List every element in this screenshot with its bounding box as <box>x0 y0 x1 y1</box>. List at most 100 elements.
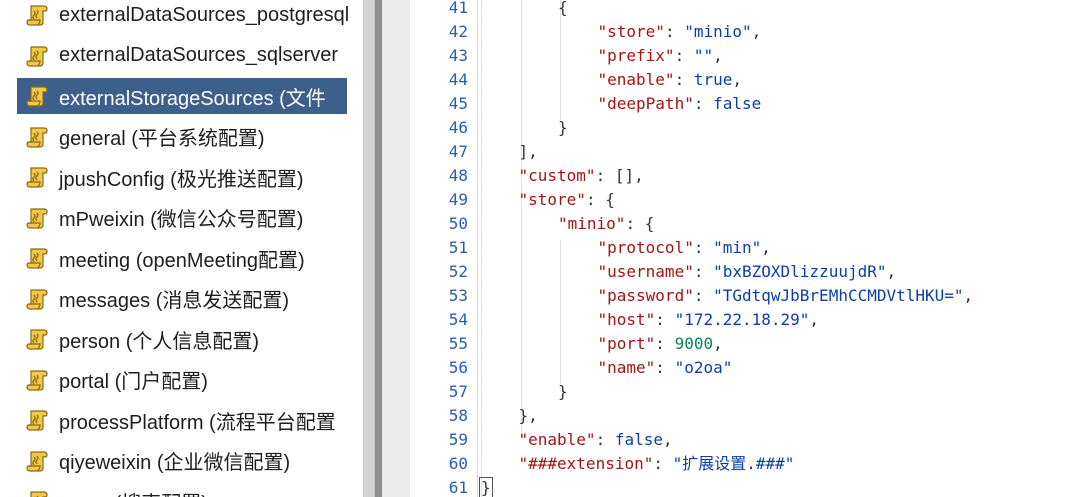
code-line: 59 "enable": false, <box>410 428 1071 452</box>
script-scroll-icon <box>23 406 51 434</box>
tree-item-label: processPlatform (流程平台配置 <box>59 411 336 434</box>
code-token: "min" <box>713 238 762 257</box>
code-token: "host" <box>597 310 656 329</box>
script-scroll-icon <box>23 285 51 313</box>
code-text: "###extension": "扩展设置.###" <box>519 452 795 476</box>
line-number: 56 <box>448 358 468 377</box>
config-tree-panel: externalDataSources_postgresql externalD… <box>0 0 363 497</box>
code-token: : { <box>585 190 615 209</box>
code-line: 51 "protocol": "min", <box>410 236 1071 260</box>
code-line: 46} <box>410 116 1071 140</box>
tree-item[interactable]: externalStorageSources (文件 <box>17 78 347 114</box>
code-token: : <box>693 262 714 281</box>
line-number: 46 <box>448 118 468 137</box>
tree-item[interactable]: processPlatform (流程平台配置 <box>17 402 340 438</box>
code-text: "custom": [], <box>519 164 644 188</box>
code-token: "username" <box>597 262 694 281</box>
line-number: 49 <box>448 190 468 209</box>
code-token: { <box>558 0 568 17</box>
code-line: 54 "host": "172.22.18.29", <box>410 308 1071 332</box>
code-text: "enable": true, <box>598 68 743 92</box>
code-token: : <box>693 94 714 113</box>
code-token: true <box>693 70 733 89</box>
code-token: } <box>479 477 493 497</box>
tree-item[interactable]: messages (消息发送配置) <box>17 281 293 317</box>
code-text: { <box>558 0 568 20</box>
line-number: 53 <box>448 286 468 305</box>
script-scroll-icon <box>23 487 51 497</box>
code-token: , <box>751 22 762 41</box>
splitter-handle[interactable] <box>375 0 382 497</box>
code-line: 43 "prefix": "", <box>410 44 1071 68</box>
code-token: , <box>886 262 897 281</box>
json-code-editor[interactable]: 41 {42 "store": "minio", 43 "prefix": "", 44 "… <box>410 0 1071 497</box>
script-scroll-icon <box>23 447 51 475</box>
line-number: 43 <box>448 46 468 65</box>
code-token: "password" <box>597 286 694 305</box>
code-text: } <box>558 380 568 404</box>
tree-item[interactable]: portal (门户配置) <box>17 362 212 398</box>
code-token: "minio" <box>558 214 626 233</box>
line-number: 47 <box>448 142 468 161</box>
code-text: "deepPath": false <box>598 92 762 116</box>
code-token: : <box>655 334 675 353</box>
script-scroll-icon <box>23 123 51 151</box>
tree-item[interactable]: externalDataSources_postgresql <box>17 0 353 33</box>
code-line: 49 "store": { <box>410 188 1071 212</box>
code-token: , <box>809 310 820 329</box>
tree-item-label: general (平台系统配置) <box>59 128 265 150</box>
code-token: "store" <box>597 22 665 41</box>
tree-item-label: externalDataSources_postgresql <box>59 3 350 26</box>
line-number: 44 <box>448 70 468 89</box>
code-token: , <box>963 286 974 305</box>
code-token: , <box>732 70 742 89</box>
code-token: "" <box>693 46 714 65</box>
tree-item[interactable]: jpushConfig (极光推送配置) <box>17 159 308 195</box>
code-text: "host": "172.22.18.29", <box>598 308 820 332</box>
code-line: 41 { <box>410 0 1071 20</box>
tree-item[interactable]: query (搜索配置) <box>17 483 212 497</box>
tree-item-label: messages (消息发送配置) <box>59 290 290 312</box>
code-text: "password": "TGdtqwJbBrEMhCCMDVtlHKU=", <box>598 284 974 308</box>
code-token: , <box>761 238 771 257</box>
code-line: 47], <box>410 140 1071 164</box>
script-scroll-icon <box>23 1 51 29</box>
editor-margin <box>382 0 410 497</box>
code-token: : <box>595 430 615 449</box>
code-line: 53 "password": "TGdtqwJbBrEMhCCMDVtlHKU="… <box>410 284 1071 308</box>
script-scroll-icon <box>23 366 51 394</box>
tree-item[interactable]: person (个人信息配置) <box>17 321 263 357</box>
code-token: 9000 <box>674 334 714 353</box>
code-token: "port" <box>597 334 656 353</box>
tree-item[interactable]: general (平台系统配置) <box>17 119 269 155</box>
tree-item[interactable]: mPweixin (微信公众号配置) <box>17 200 307 236</box>
tree-item-label: mPweixin (微信公众号配置) <box>59 209 304 231</box>
script-scroll-icon <box>23 204 51 232</box>
line-number: 41 <box>448 0 468 17</box>
code-token: : <box>664 22 685 41</box>
line-number: 61 <box>448 478 468 497</box>
code-token: } <box>558 382 568 401</box>
tree-item[interactable]: externalDataSources_sqlserver <box>17 38 342 74</box>
code-token: : <box>674 46 694 65</box>
panel-splitter[interactable] <box>363 0 375 497</box>
code-token: "enable" <box>597 70 675 89</box>
code-token: : { <box>625 214 655 233</box>
line-number: 54 <box>448 310 468 329</box>
code-text: "name": "o2oa" <box>598 356 733 380</box>
code-token: "store" <box>518 190 586 209</box>
code-text: "protocol": "min", <box>598 236 771 260</box>
code-line: 58}, <box>410 404 1071 428</box>
code-text: "minio": { <box>558 212 654 236</box>
tree-item-label: jpushConfig (极光推送配置) <box>59 168 304 191</box>
code-token: "protocol" <box>597 238 694 257</box>
code-token: "o2oa" <box>674 358 733 377</box>
code-token: : <box>693 238 714 257</box>
code-text: }, <box>519 404 538 428</box>
line-number: 55 <box>448 334 468 353</box>
tree-item-label: query (搜索配置) <box>59 487 208 497</box>
tree-item[interactable]: meeting (openMeeting配置) <box>17 240 309 276</box>
code-line: 45 "deepPath": false <box>410 92 1071 116</box>
tree-item[interactable]: qiyeweixin (企业微信配置) <box>17 443 294 479</box>
code-line: 56 "name": "o2oa" <box>410 356 1071 380</box>
